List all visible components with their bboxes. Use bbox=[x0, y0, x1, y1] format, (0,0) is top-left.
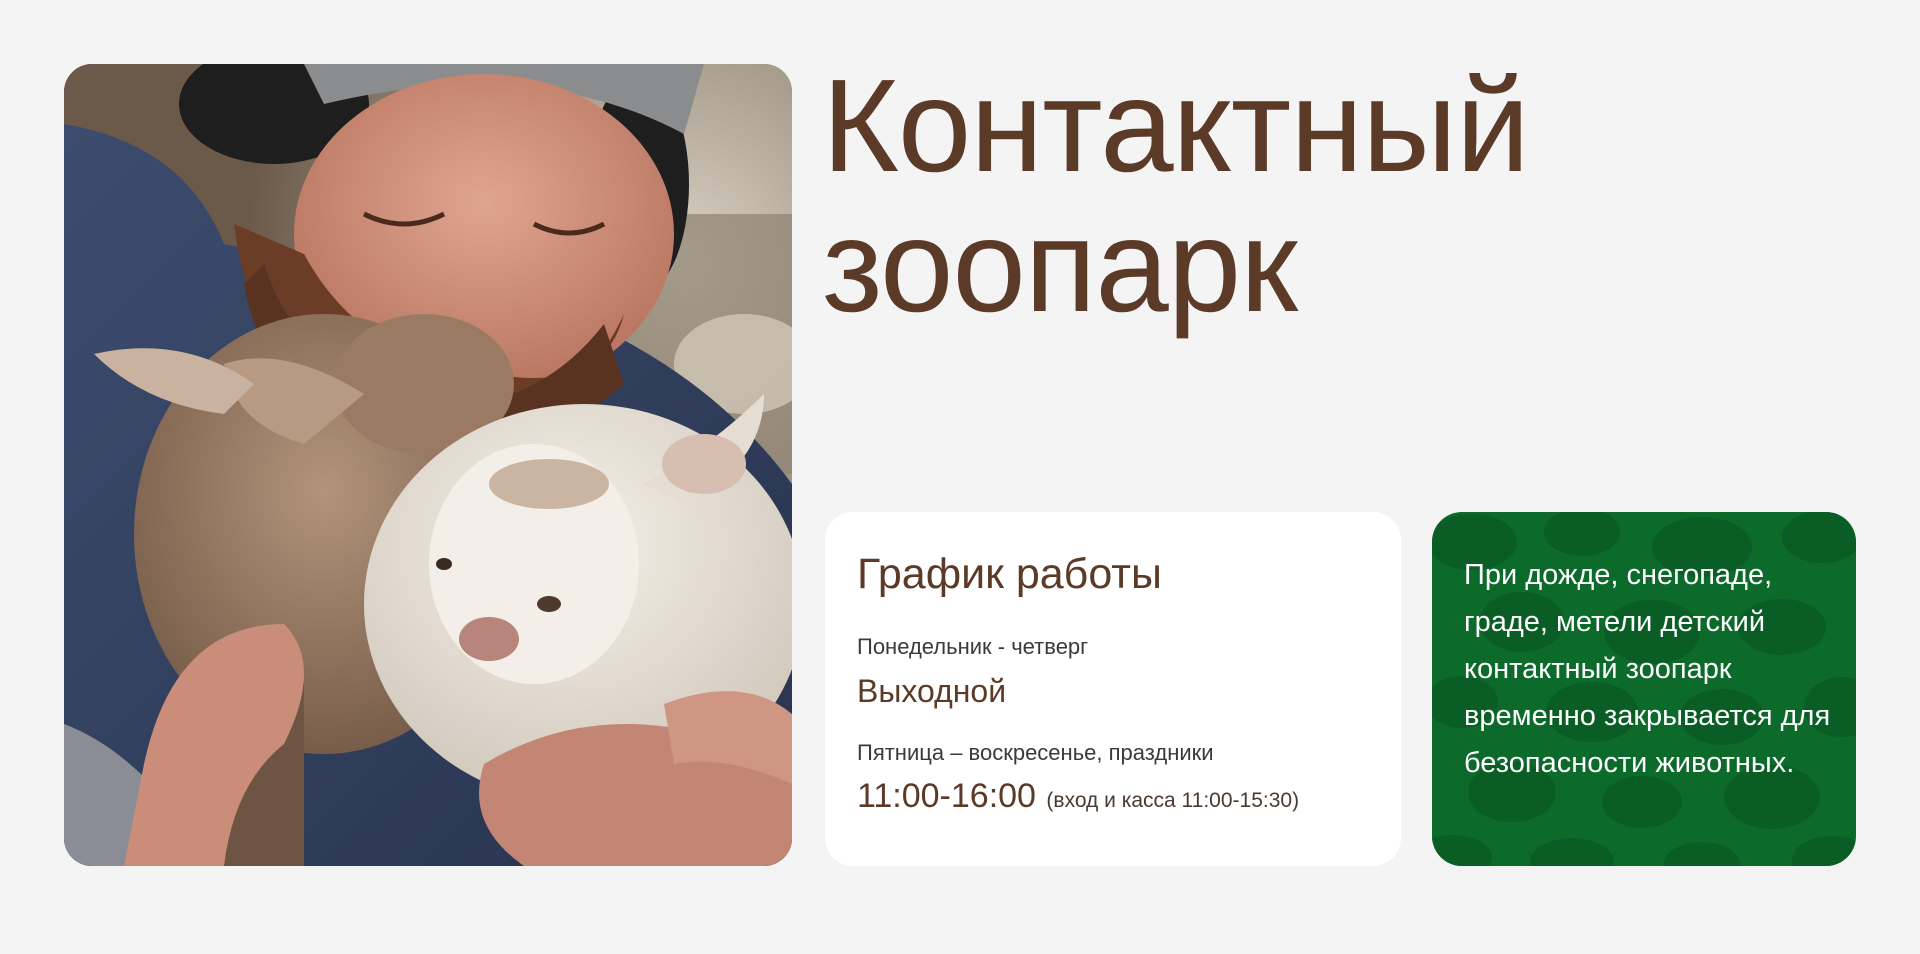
weekend-hours: 11:00-16:00 bbox=[857, 777, 1036, 815]
weather-notice-text: При дожде, снегопаде, граде, метели детс… bbox=[1464, 559, 1831, 779]
title-line-2: зоопарк bbox=[822, 192, 1298, 339]
hero-photo bbox=[64, 64, 792, 866]
goats-photo-illustration bbox=[64, 64, 792, 866]
weekdays-value: Выходной bbox=[857, 673, 1007, 709]
weather-notice-card: При дожде, снегопаде, граде, метели детс… bbox=[1432, 512, 1856, 866]
weekend-label: Пятница – воскресенье, праздники bbox=[857, 740, 1214, 765]
schedule-card: График работы Понедельник - четверг Выхо… bbox=[825, 512, 1401, 866]
schedule-title: График работы bbox=[857, 550, 1162, 598]
weekdays-label: Понедельник - четверг bbox=[857, 634, 1089, 659]
weekend-hours-note: (вход и касса 11:00-15:30) bbox=[1046, 789, 1300, 812]
page-title: Контактный зоопарк bbox=[822, 52, 1530, 339]
weekend-hours-row: 11:00-16:00 (вход и касса 11:00-15:30) bbox=[857, 776, 1369, 816]
title-line-1: Контактный bbox=[822, 52, 1530, 199]
